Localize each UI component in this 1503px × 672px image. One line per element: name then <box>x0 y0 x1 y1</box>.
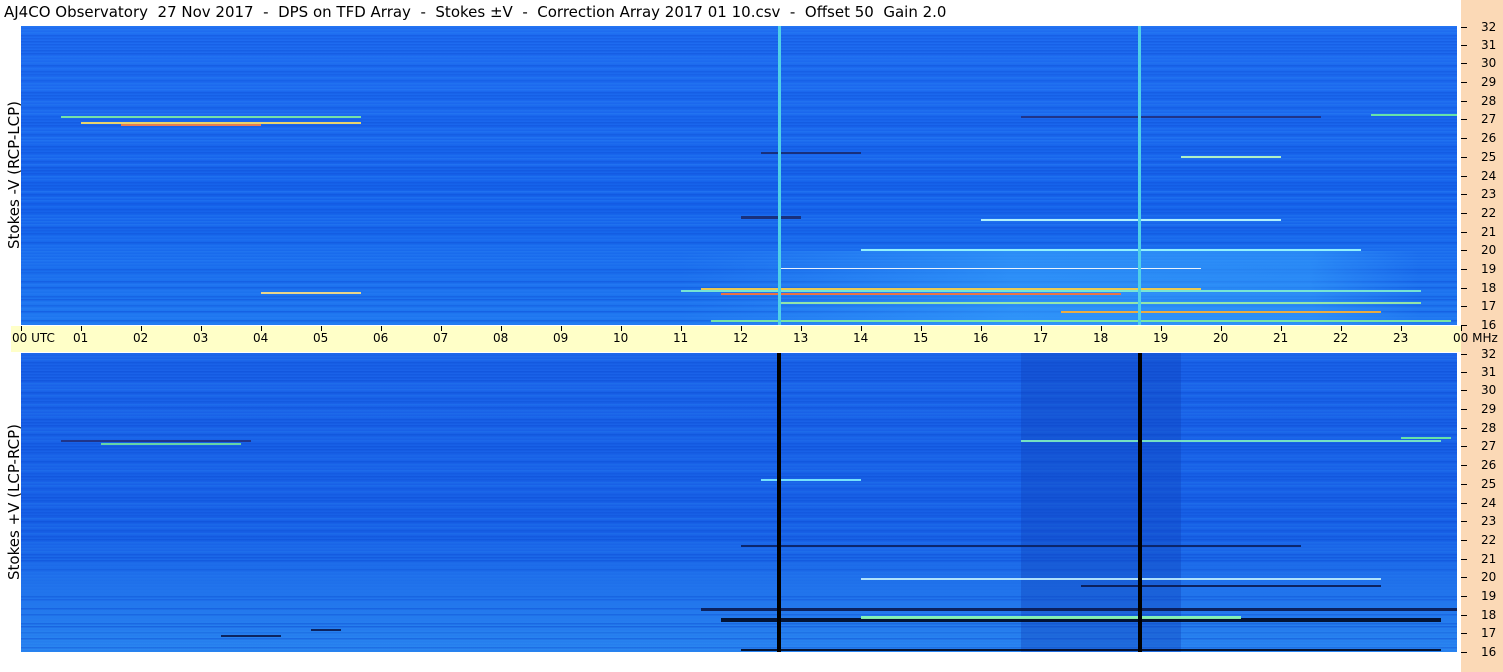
freq-tick <box>1461 325 1467 326</box>
freq-tick <box>1461 138 1467 140</box>
freq-tick-label: 23 <box>1481 187 1497 202</box>
time-tick-label: 12 <box>733 331 749 345</box>
freq-tick-label: 17 <box>1481 299 1497 314</box>
freq-tick-label: 27 <box>1481 439 1497 454</box>
freq-tick <box>1461 595 1467 597</box>
freq-tick-label: 28 <box>1481 93 1497 108</box>
freq-tick-label: 32 <box>1481 20 1497 34</box>
freq-tick-label: 28 <box>1481 420 1497 435</box>
freq-tick <box>1461 250 1467 252</box>
time-tick-label: 18 <box>1093 331 1109 345</box>
freq-tick <box>1461 44 1467 46</box>
bottom-panel-ylabel: Stokes +V (LCP-RCP) <box>5 424 23 580</box>
chart-title: AJ4CO Observatory 27 Nov 2017 - DPS on T… <box>4 3 947 21</box>
freq-tick-label: 17 <box>1481 626 1497 641</box>
freq-tick-label: 21 <box>1481 224 1497 239</box>
time-tick-label: 17 <box>1033 331 1049 345</box>
freq-tick-label: 30 <box>1481 56 1497 71</box>
freq-tick <box>1461 100 1467 102</box>
time-tick-label: 19 <box>1153 331 1169 345</box>
freq-tick-label: 25 <box>1481 476 1497 491</box>
freq-tick <box>1461 306 1467 308</box>
freq-tick-label: 25 <box>1481 149 1497 164</box>
time-tick-label: 21 <box>1273 331 1289 345</box>
freq-tick-label: 23 <box>1481 514 1497 529</box>
freq-tick <box>1461 633 1467 635</box>
freq-tick <box>1461 558 1467 560</box>
freq-tick-label: 26 <box>1481 131 1497 146</box>
freq-tick <box>1461 27 1467 28</box>
freq-tick-label: 20 <box>1481 243 1497 258</box>
freq-tick <box>1461 652 1467 653</box>
freq-tick-label: 18 <box>1481 607 1497 622</box>
freq-tick <box>1461 287 1467 289</box>
freq-tick-label: 19 <box>1481 588 1497 603</box>
top-panel-ylabel: Stokes -V (RCP-LCP) <box>5 101 23 249</box>
freq-tick <box>1461 446 1467 448</box>
freq-tick <box>1461 268 1467 270</box>
time-tick-label: 16 <box>973 331 989 345</box>
time-tick-label: 01 <box>73 331 89 345</box>
time-tick-label: 10 <box>613 331 629 345</box>
freq-tick <box>1461 409 1467 411</box>
freq-tick-label: 21 <box>1481 551 1497 566</box>
time-tick-label: 13 <box>793 331 809 345</box>
freq-tick-label: 19 <box>1481 261 1497 276</box>
time-tick-label: 06 <box>373 331 389 345</box>
freq-tick <box>1461 427 1467 429</box>
time-tick-label: 11 <box>673 331 689 345</box>
time-tick-label: 04 <box>253 331 269 345</box>
freq-tick-label: 29 <box>1481 75 1497 90</box>
freq-tick-label: 30 <box>1481 383 1497 398</box>
freq-tick-label: 22 <box>1481 205 1497 220</box>
time-tick-label: 23 <box>1393 331 1409 345</box>
freq-tick <box>1461 390 1467 392</box>
freq-tick-label: 24 <box>1481 168 1497 183</box>
time-tick-label: 07 <box>433 331 449 345</box>
freq-tick-label: 16 <box>1481 645 1497 659</box>
freq-tick <box>1461 354 1467 355</box>
time-tick-label: 02 <box>133 331 149 345</box>
time-tick-label: 15 <box>913 331 929 345</box>
freq-tick-label: 16 <box>1481 318 1497 332</box>
freq-tick-label: 20 <box>1481 570 1497 585</box>
freq-tick-label: 32 <box>1481 347 1497 361</box>
time-tick-label: 00 UTC <box>12 331 55 345</box>
time-tick-label: 03 <box>193 331 209 345</box>
freq-tick-label: 29 <box>1481 402 1497 417</box>
time-tick-label: 08 <box>493 331 509 345</box>
freq-tick <box>1461 465 1467 467</box>
freq-tick <box>1461 175 1467 177</box>
freq-tick <box>1461 539 1467 541</box>
freq-tick <box>1461 614 1467 616</box>
freq-tick <box>1461 156 1467 158</box>
time-tick-label: 09 <box>553 331 569 345</box>
time-tick-label: 00 MHz <box>1453 331 1498 345</box>
freq-tick-label: 31 <box>1481 37 1497 52</box>
freq-tick <box>1461 577 1467 579</box>
time-tick-label: 05 <box>313 331 329 345</box>
freq-tick-label: 27 <box>1481 112 1497 127</box>
time-tick-label: 14 <box>853 331 869 345</box>
freq-tick <box>1461 63 1467 65</box>
spectrogram-bottom <box>21 353 1457 652</box>
freq-tick <box>1461 371 1467 373</box>
freq-tick <box>1461 82 1467 84</box>
freq-tick-label: 18 <box>1481 280 1497 295</box>
freq-tick <box>1461 212 1467 214</box>
spectrogram-top <box>21 26 1457 325</box>
freq-tick <box>1461 119 1467 121</box>
time-tick-label: 22 <box>1333 331 1349 345</box>
freq-tick-label: 26 <box>1481 458 1497 473</box>
freq-tick-label: 31 <box>1481 364 1497 379</box>
freq-tick <box>1461 521 1467 523</box>
freq-tick-label: 24 <box>1481 495 1497 510</box>
freq-tick <box>1461 483 1467 485</box>
freq-tick-label: 22 <box>1481 532 1497 547</box>
time-tick-label: 20 <box>1213 331 1229 345</box>
freq-tick <box>1461 502 1467 504</box>
freq-tick <box>1461 194 1467 196</box>
freq-tick <box>1461 231 1467 233</box>
